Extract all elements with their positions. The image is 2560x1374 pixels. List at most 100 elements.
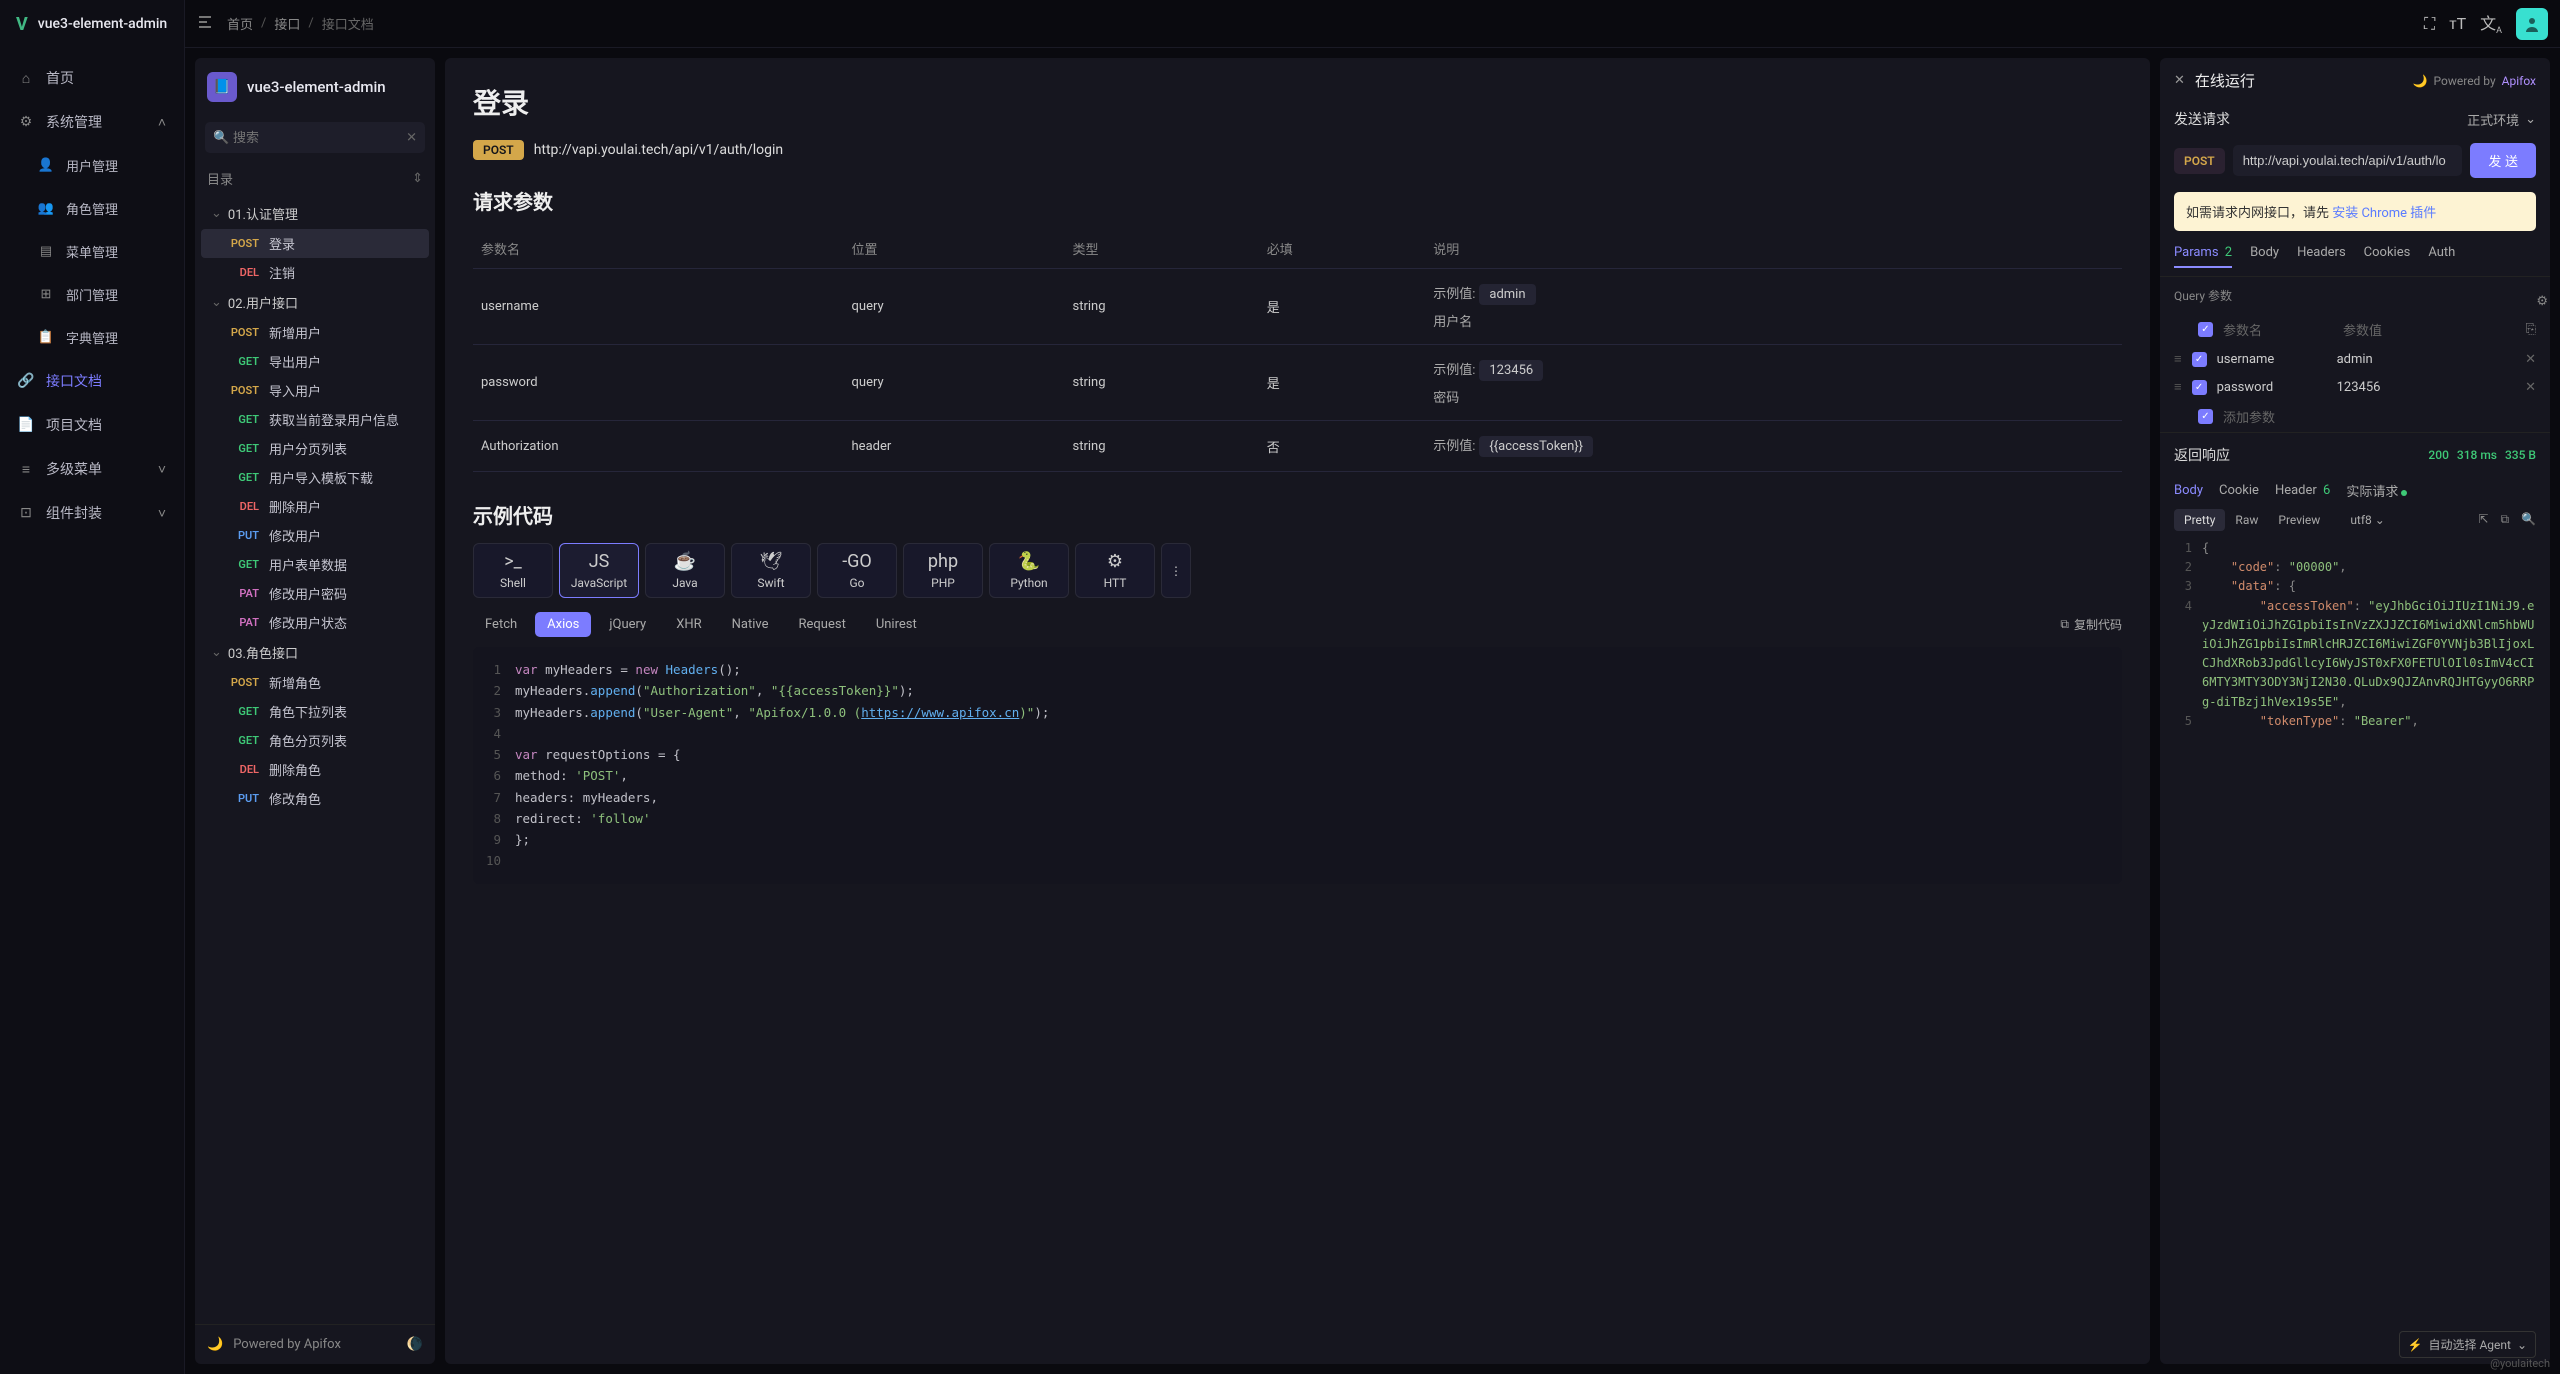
code-lang-tab[interactable]: ⚙HTT — [1075, 543, 1155, 598]
api-tree-item[interactable]: POST新增角色 — [195, 668, 435, 697]
method-tag: PAT — [223, 616, 259, 629]
tree-group[interactable]: ⌄03.角色接口 — [195, 637, 435, 668]
api-tree-item[interactable]: GET角色分页列表 — [195, 726, 435, 755]
code-lang-tab[interactable]: -GOGo — [817, 543, 897, 598]
delete-icon[interactable]: ✕ — [2525, 352, 2536, 367]
send-button[interactable]: 发 送 — [2470, 143, 2536, 178]
code-lang-tab[interactable]: >_Shell — [473, 543, 553, 598]
code-lang-tab[interactable]: 🐍Python — [989, 543, 1069, 598]
clear-icon[interactable]: ✕ — [406, 130, 417, 145]
request-tab[interactable]: Auth — [2428, 245, 2455, 268]
api-tree-item[interactable]: GET用户分页列表 — [195, 434, 435, 463]
theme-toggle-icon[interactable]: 🌘 — [407, 1337, 423, 1352]
api-tree-item[interactable]: PAT修改用户密码 — [195, 579, 435, 608]
api-tree-item[interactable]: GET用户表单数据 — [195, 550, 435, 579]
response-tab[interactable]: Header 6 — [2275, 483, 2330, 498]
nav-sub-item[interactable]: ⊞部门管理 — [0, 273, 184, 316]
code-lang-tab[interactable]: JSJavaScript — [559, 543, 639, 598]
collapse-all-icon[interactable]: ⇕ — [412, 171, 423, 186]
breadcrumb-item[interactable]: 接口 — [274, 14, 300, 33]
agent-selector[interactable]: ⚡ 自动选择 Agent ⌄ — [2399, 1331, 2536, 1358]
api-tree-item[interactable]: DEL删除角色 — [195, 755, 435, 784]
run-url-input[interactable] — [2233, 145, 2463, 176]
param-name[interactable]: password — [2217, 380, 2327, 395]
response-tab[interactable]: Body — [2174, 483, 2203, 498]
request-tab[interactable]: Body — [2250, 245, 2279, 268]
fullscreen-icon[interactable]: ⛶ — [2424, 14, 2435, 34]
api-tree-item[interactable]: DEL删除用户 — [195, 492, 435, 521]
nav-item[interactable]: ⌂首页 — [0, 56, 184, 100]
view-mode-button[interactable]: Pretty — [2174, 509, 2225, 531]
nav-item[interactable]: ⚙系统管理˄ — [0, 100, 184, 144]
copy-code-button[interactable]: ⧉复制代码 — [2060, 616, 2122, 633]
request-tab[interactable]: Headers — [2297, 245, 2346, 268]
param-value[interactable]: admin — [2337, 352, 2516, 367]
code-variant-tab[interactable]: Request — [787, 612, 858, 637]
tree-group[interactable]: ⌄02.用户接口 — [195, 287, 435, 318]
extract-icon[interactable]: ⎘ — [2526, 322, 2536, 337]
close-icon[interactable]: ✕ — [2174, 73, 2185, 88]
api-tree-item[interactable]: GET用户导入模板下载 — [195, 463, 435, 492]
checkbox-icon[interactable]: ✓ — [2192, 352, 2207, 367]
checkbox-icon[interactable]: ✓ — [2198, 409, 2213, 424]
nav-item[interactable]: ≡多级菜单˅ — [0, 447, 184, 491]
sidebar-collapse-icon[interactable] — [197, 14, 213, 34]
param-value[interactable]: 123456 — [2337, 380, 2516, 395]
more-langs-button[interactable]: ⋮ — [1161, 543, 1191, 598]
nav-label: 首页 — [46, 68, 74, 88]
code-lang-tab[interactable]: ☕Java — [645, 543, 725, 598]
doc-search-input[interactable] — [205, 122, 425, 153]
api-tree-item[interactable]: GET角色下拉列表 — [195, 697, 435, 726]
checkbox-icon[interactable]: ✓ — [2198, 322, 2213, 337]
code-lang-tab[interactable]: phpPHP — [903, 543, 983, 598]
nav-sub-item[interactable]: ▤菜单管理 — [0, 230, 184, 273]
code-variant-tab[interactable]: Fetch — [473, 612, 529, 637]
drag-handle-icon[interactable]: ≡ — [2174, 379, 2182, 395]
api-tree-item[interactable]: POST导入用户 — [195, 376, 435, 405]
api-tree-item[interactable]: POST登录 — [201, 229, 429, 258]
api-tree-item[interactable]: DEL注销 — [195, 258, 435, 287]
nav-sub-item[interactable]: 👥角色管理 — [0, 187, 184, 230]
user-avatar[interactable] — [2516, 8, 2548, 40]
code-variant-tab[interactable]: Unirest — [864, 612, 929, 637]
nav-item[interactable]: 📄项目文档 — [0, 403, 184, 447]
api-tree-item[interactable]: PUT修改角色 — [195, 784, 435, 813]
drag-handle-icon[interactable]: ≡ — [2174, 351, 2182, 367]
code-variant-tab[interactable]: Native — [720, 612, 781, 637]
response-tab[interactable]: Cookie — [2219, 483, 2259, 498]
code-variant-tab[interactable]: Axios — [535, 612, 591, 637]
code-lang-tab[interactable]: 🕊Swift — [731, 543, 811, 598]
install-plugin-link[interactable]: 安装 Chrome 插件 — [2332, 206, 2436, 221]
api-tree-item[interactable]: PUT修改用户 — [195, 521, 435, 550]
view-mode-button[interactable]: Raw — [2225, 509, 2268, 531]
copy-response-icon[interactable]: ⧉ — [2500, 512, 2509, 527]
api-tree-item[interactable]: POST新增用户 — [195, 318, 435, 347]
add-param-row[interactable]: ✓ 添加参数 — [2160, 401, 2550, 432]
tree-group[interactable]: ⌄01.认证管理 — [195, 198, 435, 229]
param-name[interactable]: username — [2217, 352, 2327, 367]
response-tab[interactable]: 实际请求 — [2346, 481, 2407, 500]
font-size-icon[interactable]: ᴛT — [2449, 14, 2466, 34]
delete-icon[interactable]: ✕ — [2525, 380, 2536, 395]
nav-sub-item[interactable]: 👤用户管理 — [0, 144, 184, 187]
view-mode-button[interactable]: Preview — [2268, 509, 2330, 531]
export-icon[interactable]: ⇱ — [2478, 512, 2488, 527]
apifox-link[interactable]: Apifox — [2502, 74, 2536, 88]
request-tab[interactable]: Cookies — [2364, 245, 2411, 268]
settings-gear-icon[interactable]: ⚙ — [2532, 290, 2550, 313]
request-tab[interactable]: Params 2 — [2174, 245, 2232, 268]
api-tree-item[interactable]: GET获取当前登录用户信息 — [195, 405, 435, 434]
search-response-icon[interactable]: 🔍 — [2521, 512, 2536, 527]
nav-sub-item[interactable]: 📋字典管理 — [0, 316, 184, 359]
api-tree-item[interactable]: PAT修改用户状态 — [195, 608, 435, 637]
breadcrumb-item[interactable]: 首页 — [227, 14, 253, 33]
checkbox-icon[interactable]: ✓ — [2192, 380, 2207, 395]
code-variant-tab[interactable]: jQuery — [597, 612, 658, 637]
encoding-selector[interactable]: utf8 ⌄ — [2350, 513, 2385, 527]
translate-icon[interactable]: 文A — [2480, 10, 2502, 36]
api-tree-item[interactable]: GET导出用户 — [195, 347, 435, 376]
environment-selector[interactable]: 正式环境 ⌄ — [2467, 110, 2536, 129]
nav-item[interactable]: ⊡组件封装˅ — [0, 491, 184, 535]
nav-item[interactable]: 🔗接口文档 — [0, 359, 184, 403]
code-variant-tab[interactable]: XHR — [664, 612, 713, 637]
